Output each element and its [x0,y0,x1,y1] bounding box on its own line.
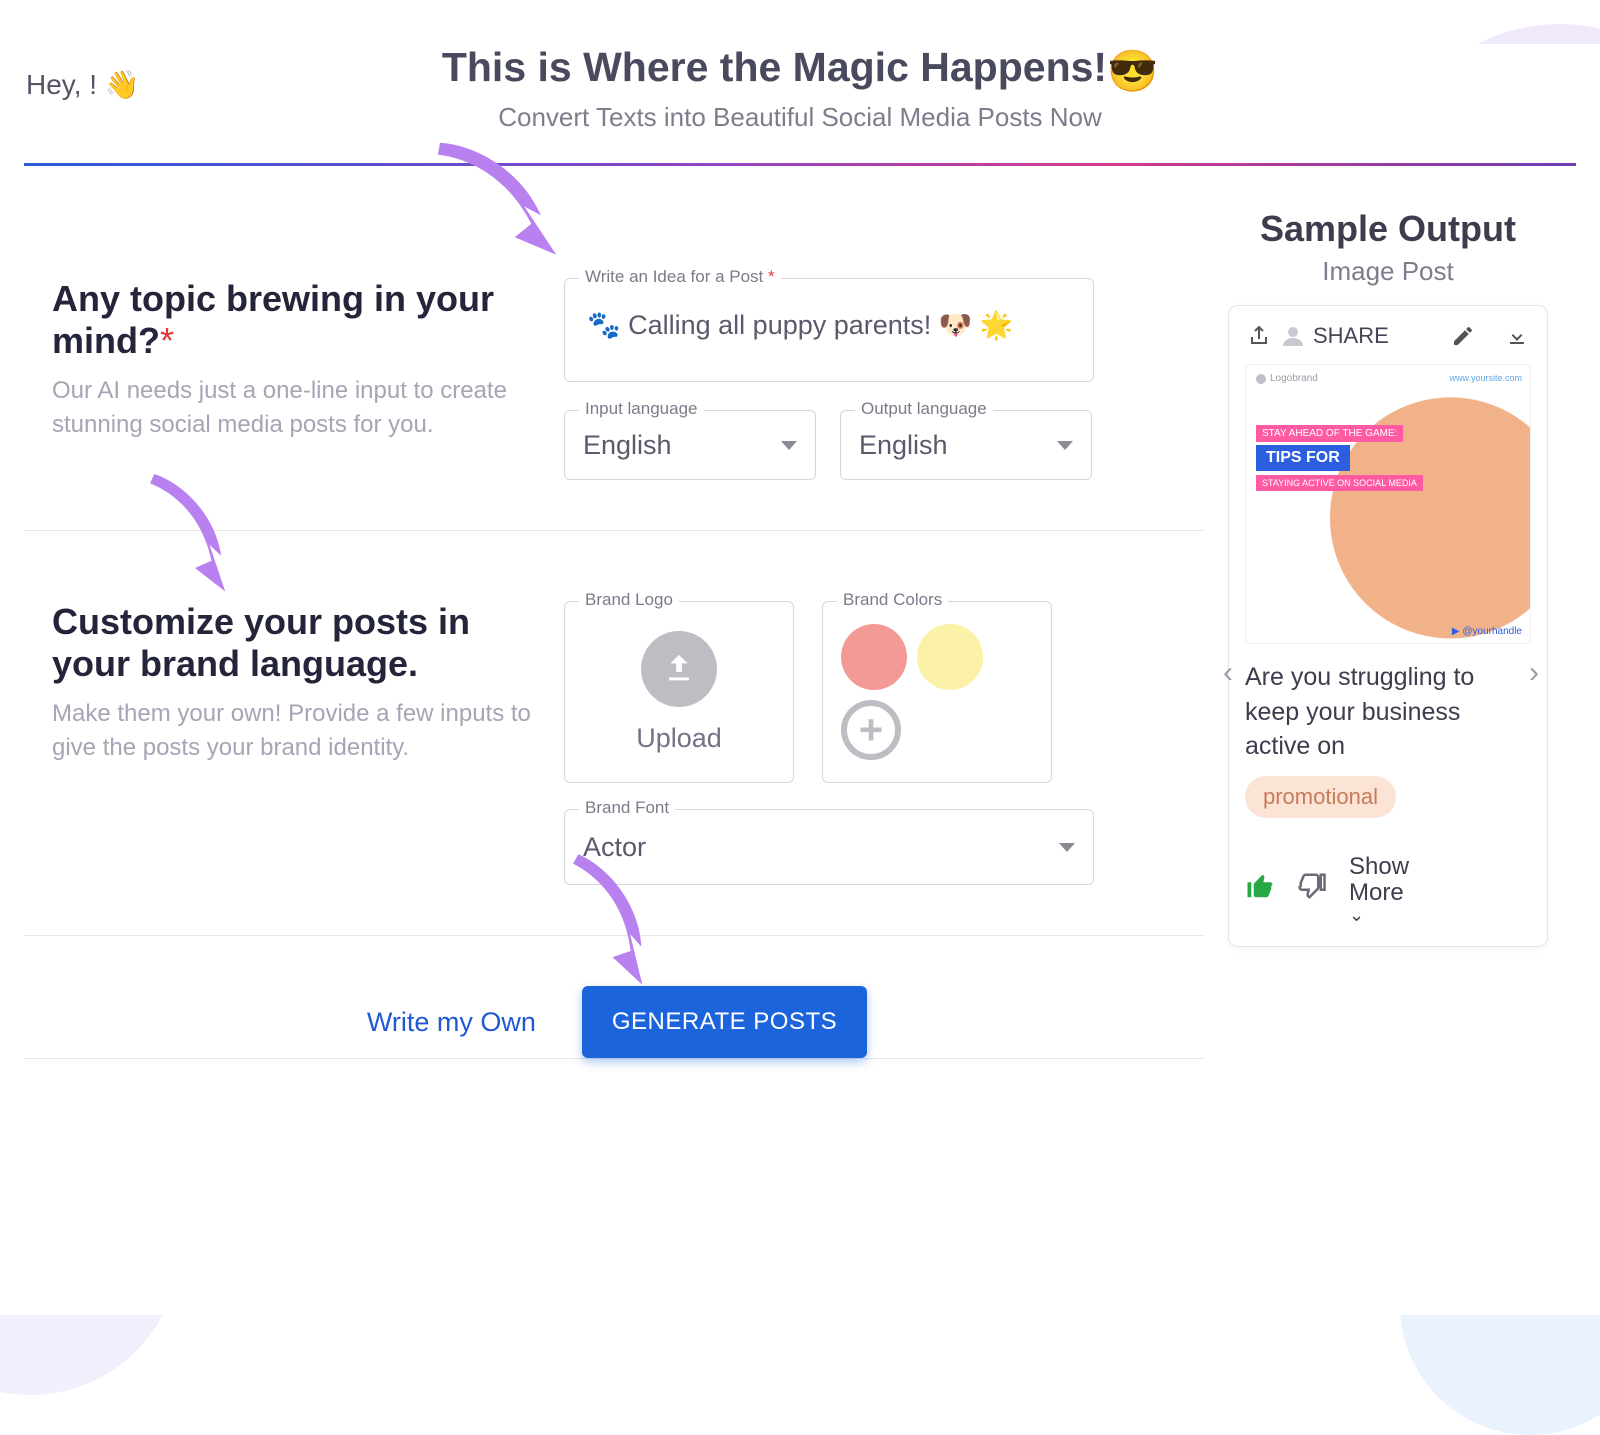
sample-output-title: Sample Output [1228,208,1548,250]
brand-font-select[interactable]: Brand Font Actor [564,809,1094,885]
write-my-own-button[interactable]: Write my Own [361,1006,542,1039]
output-language-select[interactable]: Output language English [840,410,1092,480]
chevron-down-icon [1059,843,1075,852]
output-language-label: Output language [855,399,993,419]
thumbs-up-button[interactable] [1245,871,1275,909]
gradient-divider [24,163,1576,166]
input-language-select[interactable]: Input language English [564,410,816,480]
chevron-down-icon [1057,441,1073,450]
add-color-button[interactable]: + [841,700,901,760]
mock-tagline-3: STAYING ACTIVE ON SOCIAL MEDIA [1256,475,1423,491]
download-icon[interactable] [1503,322,1531,350]
next-sample-button[interactable]: › [1529,656,1553,680]
idea-input-label: Write an Idea for a Post * [579,267,781,287]
upload-icon [641,631,717,707]
brand-colors-box: Brand Colors + [822,601,1052,783]
section1-heading: Any topic brewing in your mind?* [52,278,534,362]
sample-output-subtitle: Image Post [1228,256,1548,287]
purple-arrow-icon [415,136,583,275]
page-title-text: This is Where the Magic Happens! [442,44,1107,90]
page-subtitle: Convert Texts into Beautiful Social Medi… [0,102,1600,133]
input-language-value: English [583,430,672,461]
idea-input-value: 🐾 Calling all puppy parents! 🐶 🌟 [587,310,1014,340]
page-title: This is Where the Magic Happens!😎 [0,44,1600,96]
input-language-label: Input language [579,399,704,419]
sample-output-card: ‹ › SHARE [1228,305,1548,947]
section1-desc: Our AI needs just a one-line input to cr… [52,374,534,444]
color-swatch-2[interactable] [917,624,983,690]
idea-input[interactable]: Write an Idea for a Post * 🐾 Calling all… [564,278,1094,382]
section2-desc: Make them your own! Provide a few inputs… [52,697,534,767]
promotional-chip: promotional [1245,776,1396,818]
share-label: SHARE [1313,323,1389,349]
brand-font-label: Brand Font [579,798,675,818]
brand-logo-label: Brand Logo [579,590,679,610]
sunglasses-emoji: 😎 [1107,48,1158,94]
prev-sample-button[interactable]: ‹ [1223,656,1247,680]
chevron-down-icon [781,441,797,450]
upload-button-label: Upload [636,723,722,754]
mock-tagline-1: STAY AHEAD OF THE GAME: [1256,425,1403,442]
greeting-text: Hey, ! 👋 [26,68,140,101]
brand-colors-label: Brand Colors [837,590,948,610]
share-button[interactable]: SHARE [1245,322,1389,350]
avatar-icon [1279,322,1307,350]
section2-heading: Customize your posts in your brand langu… [52,601,534,685]
mock-url: www.yoursite.com [1449,373,1522,383]
show-more-button[interactable]: ShowMore ⌄ [1349,854,1409,927]
output-language-value: English [859,430,948,461]
mock-logo: Logobrand [1256,373,1318,384]
generate-posts-button[interactable]: GENERATE POSTS [582,986,867,1058]
edit-icon[interactable] [1449,322,1477,350]
thumbs-down-button[interactable] [1297,871,1327,909]
mock-tagline-2: TIPS FOR [1256,445,1350,471]
sample-caption: Are you struggling to keep your business… [1245,660,1531,764]
sample-post-image: Logobrand www.yoursite.com STAY AHEAD OF… [1245,364,1531,644]
share-icon [1245,322,1273,350]
brand-logo-upload[interactable]: Brand Logo Upload [564,601,794,783]
color-swatch-1[interactable] [841,624,907,690]
mock-handle: ▶ @yourhandle [1452,626,1522,637]
